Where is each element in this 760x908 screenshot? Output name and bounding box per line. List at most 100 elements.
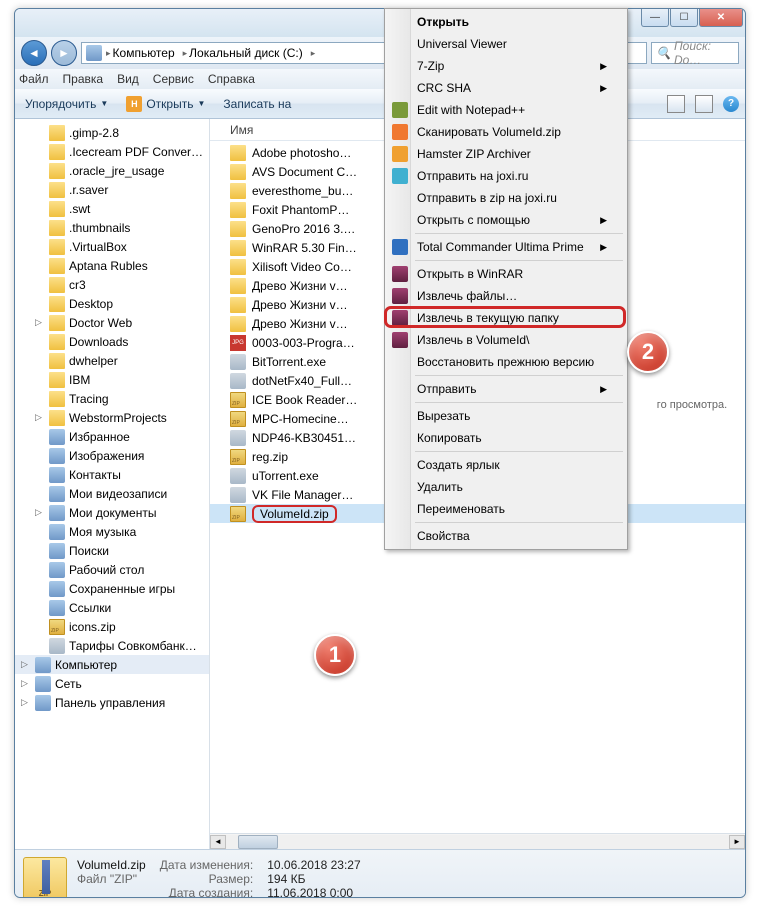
tree-item[interactable]: IBM: [15, 370, 209, 389]
npp-icon: [392, 102, 408, 118]
callout-badge-1: 1: [314, 634, 356, 676]
open-button[interactable]: HОткрыть ▼: [122, 94, 209, 114]
folder-icon: [49, 144, 65, 160]
tree-computer[interactable]: ▷Компьютер: [15, 655, 209, 674]
ctx-item[interactable]: Hamster ZIP Archiver: [387, 143, 625, 165]
ctx-item[interactable]: Извлечь в текущую папку: [387, 307, 625, 329]
menu-4[interactable]: Справка: [208, 72, 255, 86]
folder-icon: [49, 201, 65, 217]
ctx-item[interactable]: Сканировать VolumeId.zip: [387, 121, 625, 143]
ctx-item[interactable]: Извлечь файлы…: [387, 285, 625, 307]
ctx-item[interactable]: Восстановить прежнюю версию: [387, 351, 625, 373]
breadcrumb-root[interactable]: Компьютер: [113, 46, 175, 60]
tree-item[interactable]: Моя музыка: [15, 522, 209, 541]
sys-icon: [49, 543, 65, 559]
ctx-item[interactable]: Отправить в zip на joxi.ru: [387, 187, 625, 209]
tree-item[interactable]: Ссылки: [15, 598, 209, 617]
ctx-item[interactable]: Удалить: [387, 476, 625, 498]
folder-icon: [49, 372, 65, 388]
horizontal-scrollbar[interactable]: ◄►: [210, 833, 745, 849]
ham-icon: [392, 146, 408, 162]
ctx-item[interactable]: Копировать: [387, 427, 625, 449]
jpg-icon: JPG: [230, 335, 246, 351]
ctx-item[interactable]: Переименовать: [387, 498, 625, 520]
ctx-item[interactable]: Вырезать: [387, 405, 625, 427]
maximize-button[interactable]: ☐: [670, 9, 698, 27]
toolbar: Упорядочить ▼ HОткрыть ▼ Записать на ?: [15, 89, 745, 119]
ctx-item[interactable]: 7-Zip▶: [387, 55, 625, 77]
exe-icon: [230, 373, 246, 389]
tree-item[interactable]: Aptana Rubles: [15, 256, 209, 275]
tree-network[interactable]: ▷Сеть: [15, 674, 209, 693]
tree-item[interactable]: Tracing: [15, 389, 209, 408]
forward-button[interactable]: ►: [51, 40, 77, 66]
sys-icon: [49, 581, 65, 597]
tree-item[interactable]: .r.saver: [15, 180, 209, 199]
tree-item[interactable]: Downloads: [15, 332, 209, 351]
tree-item[interactable]: .thumbnails: [15, 218, 209, 237]
tree-cpanel[interactable]: ▷Панель управления: [15, 693, 209, 712]
tree-item[interactable]: cr3: [15, 275, 209, 294]
sys-icon: [49, 562, 65, 578]
titlebar[interactable]: — ☐ ✕: [15, 9, 745, 37]
tree-item[interactable]: .VirtualBox: [15, 237, 209, 256]
exe-icon: [230, 430, 246, 446]
ctx-item[interactable]: Отправить на joxi.ru: [387, 165, 625, 187]
tree-item[interactable]: dwhelper: [15, 351, 209, 370]
callout-badge-2: 2: [627, 331, 669, 373]
avast-icon: [392, 124, 408, 140]
rar-icon: [392, 332, 408, 348]
ctx-item[interactable]: Universal Viewer: [387, 33, 625, 55]
tree-item[interactable]: Поиски: [15, 541, 209, 560]
exe-icon: [49, 638, 65, 654]
tree-item[interactable]: .gimp-2.8: [15, 123, 209, 142]
ctx-item[interactable]: Создать ярлык: [387, 454, 625, 476]
tree-item[interactable]: Рабочий стол: [15, 560, 209, 579]
ctx-item[interactable]: Edit with Notepad++: [387, 99, 625, 121]
menu-1[interactable]: Правка: [63, 72, 104, 86]
view-button[interactable]: [695, 95, 713, 113]
tree-item[interactable]: .oracle_jre_usage: [15, 161, 209, 180]
menu-3[interactable]: Сервис: [153, 72, 194, 86]
preview-pane-button[interactable]: [667, 95, 685, 113]
back-button[interactable]: ◄: [21, 40, 47, 66]
tree-item[interactable]: .swt: [15, 199, 209, 218]
tree-item[interactable]: Сохраненные игры: [15, 579, 209, 598]
menu-2[interactable]: Вид: [117, 72, 139, 86]
tree-item[interactable]: icons.zip: [15, 617, 209, 636]
tree-item[interactable]: Мои видеозаписи: [15, 484, 209, 503]
folder-icon: [49, 258, 65, 274]
exe-icon: [230, 468, 246, 484]
tree-item[interactable]: ▷Мои документы: [15, 503, 209, 522]
tree-item[interactable]: Desktop: [15, 294, 209, 313]
ctx-item[interactable]: CRC SHA▶: [387, 77, 625, 99]
burn-button[interactable]: Записать на: [219, 95, 295, 113]
help-button[interactable]: ?: [723, 96, 739, 112]
cpanel-icon: [35, 695, 51, 711]
search-input[interactable]: 🔍 Поиск: Do…: [651, 42, 739, 64]
organize-button[interactable]: Упорядочить ▼: [21, 95, 112, 113]
tree-item[interactable]: ▷Doctor Web: [15, 313, 209, 332]
ctx-item[interactable]: Свойства: [387, 525, 625, 547]
tree-item[interactable]: Контакты: [15, 465, 209, 484]
ctx-item[interactable]: Total Commander Ultima Prime▶: [387, 236, 625, 258]
ctx-item[interactable]: Отправить▶: [387, 378, 625, 400]
ctx-item[interactable]: Открыть: [387, 11, 625, 33]
breadcrumb-drive[interactable]: Локальный диск (C:): [189, 46, 303, 60]
folder-icon: [49, 277, 65, 293]
tree-item[interactable]: ▷WebstormProjects: [15, 408, 209, 427]
tree-item[interactable]: Изображения: [15, 446, 209, 465]
menu-0[interactable]: Файл: [19, 72, 49, 86]
tree-item[interactable]: .Icecream PDF Conver…: [15, 142, 209, 161]
ctx-item[interactable]: Открыть с помощью▶: [387, 209, 625, 231]
folder-icon: [230, 221, 246, 237]
tree-item[interactable]: Тарифы Совкомбанк…: [15, 636, 209, 655]
ctx-item[interactable]: Извлечь в VolumeId\: [387, 329, 625, 351]
close-button[interactable]: ✕: [699, 9, 743, 27]
ctx-item[interactable]: Открыть в WinRAR: [387, 263, 625, 285]
tree-item[interactable]: Избранное: [15, 427, 209, 446]
explorer-window: — ☐ ✕ ◄ ► ▸Компьютер ▸Локальный диск (C:…: [14, 8, 746, 898]
sys-icon: [49, 600, 65, 616]
minimize-button[interactable]: —: [641, 9, 669, 27]
nav-tree[interactable]: .gimp-2.8.Icecream PDF Conver….oracle_jr…: [15, 119, 210, 849]
